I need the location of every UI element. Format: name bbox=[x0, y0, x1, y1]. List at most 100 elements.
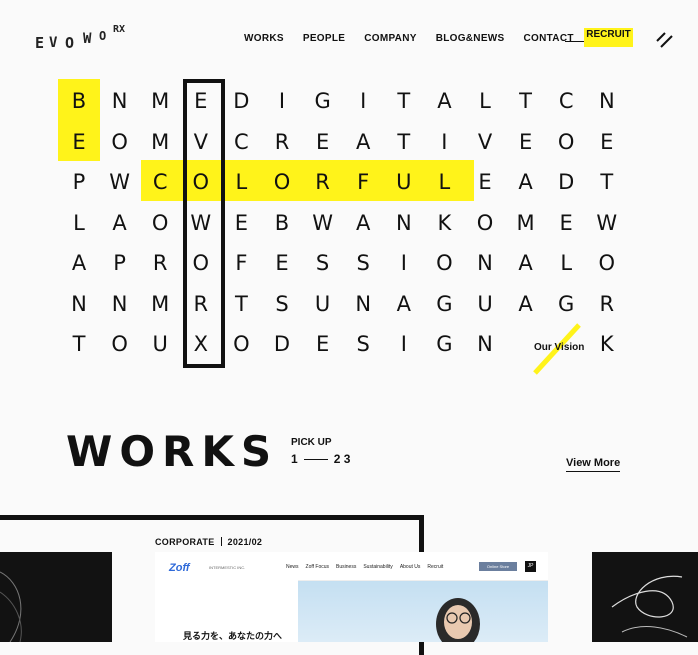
grid-letter: L bbox=[438, 170, 451, 194]
work-thumbnail-zoff[interactable]: Zoff INTERMESTIC INC. News Zoff Focus Bu… bbox=[155, 552, 548, 642]
site-hero-copy: 見る力を、あなたの力へ bbox=[183, 632, 283, 642]
nav-company[interactable]: COMPANY bbox=[364, 33, 416, 44]
grid-letter: A bbox=[437, 89, 452, 113]
site-nav-item: Recruit bbox=[427, 564, 444, 570]
grid-letter: D bbox=[558, 170, 575, 194]
card-date: 2021/02 bbox=[227, 537, 263, 547]
nav-people[interactable]: PEOPLE bbox=[303, 33, 345, 44]
grid-letter: R bbox=[152, 251, 168, 275]
grid-letter: I bbox=[360, 89, 367, 113]
site-store-button: Online Store bbox=[479, 562, 517, 571]
grid-letter: K bbox=[437, 210, 452, 235]
grid-letter: F bbox=[357, 170, 370, 194]
grid-letter: B bbox=[274, 210, 290, 235]
card-meta: CORPORATE 2021/02 bbox=[155, 537, 262, 547]
logo-letter: O bbox=[99, 29, 107, 43]
grid-letter: D bbox=[273, 332, 291, 356]
grid-letter: E bbox=[234, 210, 249, 235]
grid-letter: A bbox=[518, 170, 533, 194]
grid-letter: A bbox=[518, 291, 533, 316]
pickup-pager: 1 2 3 bbox=[291, 452, 350, 466]
logo-letter: RX bbox=[113, 24, 126, 35]
grid-letter: R bbox=[315, 170, 330, 194]
grid-letter: O bbox=[436, 251, 453, 275]
grid-letter: D bbox=[233, 89, 250, 113]
grid-letter: R bbox=[599, 291, 615, 316]
our-vision-link[interactable]: Our Vision bbox=[534, 342, 584, 353]
card-category: CORPORATE bbox=[155, 537, 215, 547]
grid-letter: C bbox=[234, 129, 249, 154]
grid-letter: T bbox=[234, 291, 248, 316]
pager-current[interactable]: 1 bbox=[291, 452, 298, 466]
pager-rest[interactable]: 2 3 bbox=[334, 452, 351, 466]
site-logo: Zoff bbox=[169, 562, 190, 574]
grid-letter: M bbox=[151, 89, 170, 113]
grid-letter: N bbox=[355, 291, 372, 316]
grid-letter: T bbox=[397, 129, 411, 154]
script-art-icon bbox=[611, 575, 688, 638]
nav-contact[interactable]: CONTACT bbox=[524, 33, 574, 44]
thumbnail-art-icon bbox=[0, 571, 22, 642]
grid-letter: O bbox=[233, 332, 250, 356]
grid-letter: L bbox=[479, 89, 491, 113]
grid-letter: O bbox=[151, 210, 169, 235]
logo-letter: E bbox=[35, 34, 45, 52]
grid-letter: M bbox=[516, 210, 535, 235]
grid-letter: E bbox=[275, 251, 289, 275]
grid-letter: T bbox=[519, 89, 532, 113]
grid-letter: P bbox=[72, 170, 86, 194]
grid-letter: W bbox=[312, 210, 333, 235]
grid-letter: T bbox=[600, 170, 614, 194]
grid-letter: N bbox=[71, 291, 87, 316]
view-more-link[interactable]: View More bbox=[566, 457, 621, 472]
logo-letter: O bbox=[65, 34, 75, 52]
site-nav-item: Zoff Focus bbox=[305, 564, 330, 570]
recruit-button[interactable]: RECRUIT bbox=[584, 28, 633, 47]
site-nav-item: Sustainability bbox=[363, 564, 393, 570]
site-header: Zoff INTERMESTIC INC. News Zoff Focus Bu… bbox=[155, 552, 548, 581]
grid-letter: A bbox=[518, 251, 533, 275]
grid-letter: I bbox=[400, 251, 407, 275]
grid-letter: S bbox=[356, 251, 370, 275]
grid-letter: E bbox=[478, 170, 492, 194]
grid-letter: E bbox=[600, 129, 614, 154]
grid-letter: R bbox=[274, 129, 290, 154]
grid-letter: M bbox=[151, 129, 170, 154]
site-nav-item: News bbox=[286, 564, 299, 570]
grid-letter: K bbox=[599, 332, 614, 356]
grid-letter: E bbox=[315, 332, 330, 356]
grid-letter: A bbox=[356, 129, 371, 154]
grid-letter: G bbox=[436, 291, 453, 316]
grid-letter: U bbox=[396, 170, 412, 194]
nav-blog-news[interactable]: BLOG&NEWS bbox=[436, 33, 505, 44]
grid-letter: A bbox=[112, 210, 127, 235]
work-thumbnail-left[interactable] bbox=[0, 552, 112, 642]
grid-letter: S bbox=[356, 332, 370, 356]
nav-works[interactable]: WORKS bbox=[244, 33, 284, 44]
grid-letter: C bbox=[558, 89, 574, 113]
grid-letter: U bbox=[152, 332, 168, 356]
grid-letter: V bbox=[477, 129, 493, 154]
grid-letter: N bbox=[111, 89, 128, 113]
grid-letter: N bbox=[598, 89, 615, 113]
grid-letter: I bbox=[441, 129, 448, 154]
grid-letter: E bbox=[559, 210, 573, 235]
logo[interactable]: E V O W O RX bbox=[33, 24, 133, 52]
work-thumbnail-right[interactable] bbox=[592, 552, 698, 642]
grid-letter: M bbox=[151, 291, 170, 316]
grid-letter: W bbox=[109, 170, 130, 194]
grid-letter: E bbox=[72, 129, 86, 154]
site-language-icon: JP bbox=[525, 561, 536, 572]
grid-letter: G bbox=[436, 332, 453, 356]
grid-letter: T bbox=[72, 332, 86, 356]
evowox-vertical-box bbox=[183, 79, 225, 368]
grid-letter: U bbox=[477, 291, 493, 316]
grid-letter: S bbox=[275, 291, 289, 316]
site-nav-item: Business bbox=[336, 564, 357, 570]
grid-letter: S bbox=[315, 251, 330, 275]
recruit-line bbox=[565, 41, 585, 42]
grid-letter: A bbox=[71, 251, 87, 275]
menu-slashes-icon[interactable] bbox=[655, 32, 673, 48]
grid-letter: O bbox=[273, 170, 291, 194]
site-nav: News Zoff Focus Business Sustainability … bbox=[286, 564, 443, 570]
